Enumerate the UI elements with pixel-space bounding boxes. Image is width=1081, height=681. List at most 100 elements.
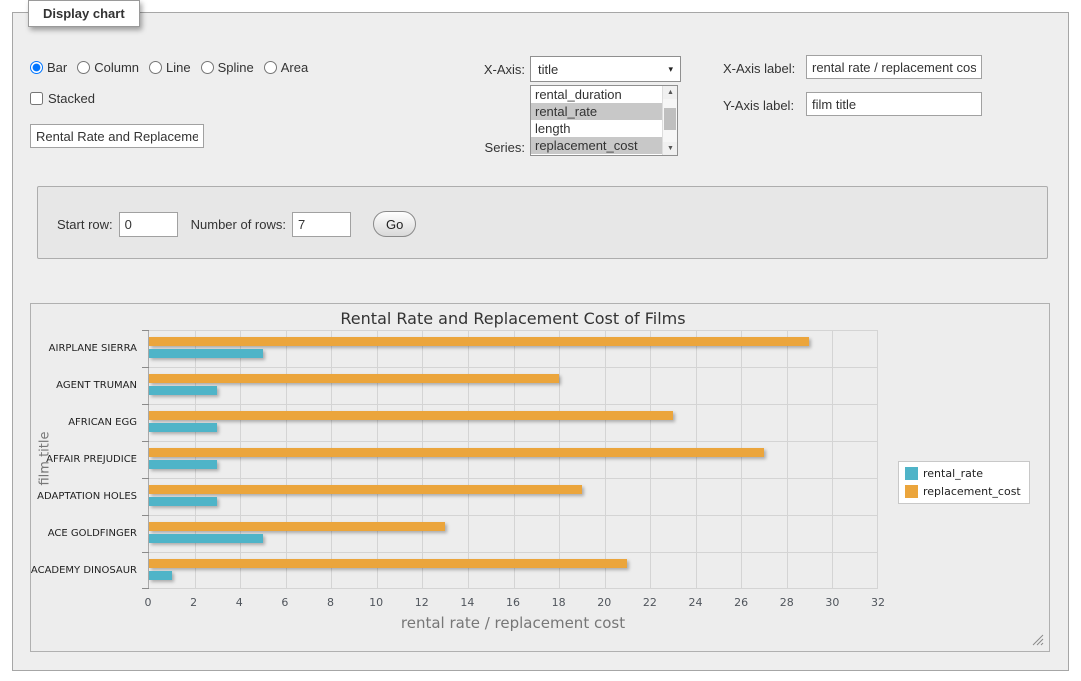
scrollbar-thumb[interactable] — [664, 108, 676, 130]
fieldset-legend: Display chart — [28, 0, 140, 27]
x-tick-label: 30 — [825, 596, 839, 609]
page: Display chart Bar Column Line Spline Area St… — [0, 0, 1081, 681]
x-tick-label: 22 — [643, 596, 657, 609]
x-tick-label: 8 — [327, 596, 334, 609]
rental_rate-bar[interactable] — [149, 497, 217, 506]
y-axis-tick — [142, 552, 149, 553]
chart-type-radio-bar[interactable] — [30, 61, 43, 74]
legend-item-rental_rate[interactable]: rental_rate — [905, 467, 1021, 480]
replacement_cost-bar[interactable] — [149, 411, 673, 420]
x-tick-label: 24 — [689, 596, 703, 609]
chart-type-option-column[interactable]: Column — [77, 60, 139, 75]
x-tick-label: 10 — [369, 596, 383, 609]
legend-label: replacement_cost — [923, 485, 1021, 498]
x-tick-label: 4 — [236, 596, 243, 609]
chart-type-option-line[interactable]: Line — [149, 60, 191, 75]
chart-type-radio-group: Bar Column Line Spline Area — [30, 60, 308, 75]
stacked-checkbox-row[interactable]: Stacked — [30, 91, 95, 106]
rental_rate-bar[interactable] — [149, 460, 217, 469]
chart-type-radio-label: Area — [281, 60, 308, 75]
chart-type-option-spline[interactable]: Spline — [201, 60, 254, 75]
resize-handle-icon[interactable] — [1032, 634, 1044, 646]
chart-type-radio-spline[interactable] — [201, 61, 214, 74]
plot-area — [148, 330, 878, 589]
x-tick-label: 12 — [415, 596, 429, 609]
scrollbar-up-icon[interactable]: ▲ — [663, 86, 678, 99]
y-axis-label-field-label: Y-Axis label: — [723, 98, 794, 113]
category-label: AFRICAN EGG — [31, 404, 143, 441]
x-tick-label: 2 — [190, 596, 197, 609]
display-chart-fieldset: Display chart BarColumnLineSplineArea St… — [12, 12, 1069, 671]
category-label: AFFAIR PREJUDICE — [31, 441, 143, 478]
x-axis-select[interactable]: title ▾ — [530, 56, 681, 82]
x-axis-label-field-label: X-Axis label: — [723, 61, 795, 76]
x-tick-label: 26 — [734, 596, 748, 609]
category-label: ACE GOLDFINGER — [31, 515, 143, 552]
rows-control-panel: Start row: Number of rows: Go — [37, 186, 1048, 259]
chart-legend: rental_rate replacement_cost — [898, 461, 1030, 504]
chart-type-radio-line[interactable] — [149, 61, 162, 74]
x-tick-label: 32 — [871, 596, 885, 609]
replacement_cost-bar[interactable] — [149, 374, 559, 383]
legend-item-replacement_cost[interactable]: replacement_cost — [905, 485, 1021, 498]
x-tick-label: 16 — [506, 596, 520, 609]
bar-group-row — [149, 441, 878, 478]
x-axis-select-label: X-Axis: — [453, 62, 525, 77]
x-tick-label: 28 — [780, 596, 794, 609]
category-label: AIRPLANE SIERRA — [31, 330, 143, 367]
x-axis-selected-value: title — [538, 62, 558, 77]
replacement_cost-bar[interactable] — [149, 559, 627, 568]
x-axis-label-input[interactable] — [806, 55, 982, 79]
number-of-rows-input[interactable] — [292, 212, 351, 237]
y-axis-label-input[interactable] — [806, 92, 982, 116]
chart-x-axis-title: rental rate / replacement cost — [148, 614, 878, 632]
series-option-length[interactable]: length — [531, 120, 662, 137]
rental_rate-bar[interactable] — [149, 534, 263, 543]
replacement_cost-bar[interactable] — [149, 448, 764, 457]
replacement_cost-bar[interactable] — [149, 485, 582, 494]
chart-type-option-area[interactable]: Area — [264, 60, 308, 75]
series-options: rental_durationrental_ratelengthreplacem… — [531, 86, 662, 155]
series-scrollbar[interactable]: ▲ ▼ — [662, 86, 677, 155]
replacement_cost-bar[interactable] — [149, 522, 445, 531]
select-dropdown-arrow-icon: ▾ — [668, 64, 673, 75]
y-axis-tick — [142, 404, 149, 405]
start-row-label: Start row: — [57, 217, 113, 232]
series-label: Series: — [451, 140, 525, 155]
bar-group-row — [149, 330, 878, 367]
series-option-rental_duration[interactable]: rental_duration — [531, 86, 662, 103]
go-button[interactable]: Go — [373, 211, 416, 237]
legend-label: rental_rate — [923, 467, 983, 480]
replacement_cost-bar[interactable] — [149, 337, 809, 346]
rental_rate-bar[interactable] — [149, 423, 217, 432]
start-row-input[interactable] — [119, 212, 178, 237]
chart-type-radio-column[interactable] — [77, 61, 90, 74]
chart-type-option-bar[interactable]: Bar — [30, 60, 67, 75]
bar-group-row — [149, 478, 878, 515]
bar-group-row — [149, 404, 878, 441]
bar-group-row — [149, 515, 878, 552]
x-axis-tick-labels: 02468101214161820222426283032 — [148, 596, 878, 610]
y-axis-tick — [142, 367, 149, 368]
series-option-rental_rate[interactable]: rental_rate — [531, 103, 662, 120]
x-tick-label: 6 — [281, 596, 288, 609]
category-label: AGENT TRUMAN — [31, 367, 143, 404]
rental_rate-bar[interactable] — [149, 386, 217, 395]
series-option-replacement_cost[interactable]: replacement_cost — [531, 137, 662, 154]
stacked-checkbox[interactable] — [30, 92, 43, 105]
y-axis-tick — [142, 478, 149, 479]
chart-title-input[interactable] — [30, 124, 204, 148]
chart-type-radio-label: Line — [166, 60, 191, 75]
rental_rate-bar[interactable] — [149, 571, 172, 580]
rental_rate-bar[interactable] — [149, 349, 263, 358]
chart-container: Rental Rate and Replacement Cost of Film… — [30, 303, 1050, 652]
category-label: ADAPTATION HOLES — [31, 478, 143, 515]
bar-group-row — [149, 367, 878, 404]
legend-swatch — [905, 467, 918, 480]
chart-type-radio-label: Spline — [218, 60, 254, 75]
scrollbar-down-icon[interactable]: ▼ — [663, 142, 678, 155]
chart-type-radio-area[interactable] — [264, 61, 277, 74]
series-multiselect[interactable]: rental_durationrental_ratelengthreplacem… — [530, 85, 678, 156]
x-tick-label: 18 — [552, 596, 566, 609]
x-tick-label: 14 — [460, 596, 474, 609]
